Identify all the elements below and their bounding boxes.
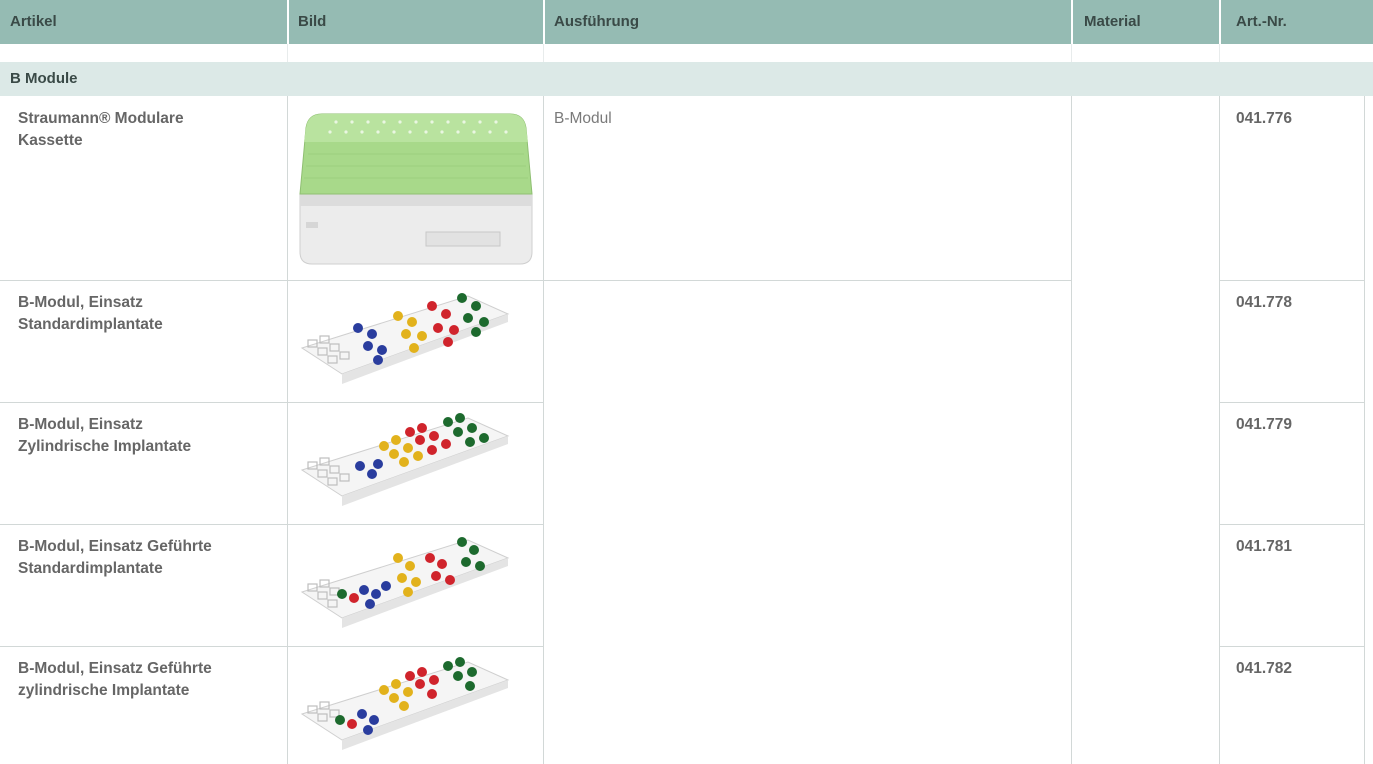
- table-row-artikel: B-Modul, Einsatz Geführte Standardimplan…: [18, 536, 212, 580]
- artikel-line: B-Modul, Einsatz Geführte: [18, 660, 212, 677]
- cassette-image: [299, 113, 533, 265]
- column-divider: [1364, 96, 1365, 764]
- insert-tray-image: [300, 657, 510, 750]
- header-artikel: Artikel: [10, 13, 57, 30]
- row-divider: [1219, 524, 1365, 525]
- insert-tray-image: [300, 293, 510, 384]
- art-nr-text: 041.776: [1236, 110, 1293, 127]
- artikel-line: zylindrische Implantate: [18, 682, 190, 699]
- row-divider: [0, 280, 1072, 281]
- art-nr-text: 041.782: [1236, 660, 1293, 677]
- row-divider: [1219, 646, 1365, 647]
- header-ausfuehrung: Ausführung: [554, 13, 639, 30]
- column-divider: [543, 96, 544, 764]
- section-title: B Module: [10, 70, 78, 87]
- insert-tray-image: [300, 537, 510, 628]
- art-nr-text: 041.778: [1236, 294, 1293, 311]
- row-divider: [1219, 402, 1365, 403]
- artikel-line: Standardimplantate: [18, 560, 163, 577]
- column-divider: [287, 96, 288, 764]
- header-divider: [1219, 0, 1221, 44]
- header-divider: [287, 0, 289, 44]
- art-nr-text: 041.781: [1236, 538, 1293, 555]
- artikel-line: B-Modul, Einsatz Geführte: [18, 538, 212, 555]
- table-row-artikel: B-Modul, Einsatz Standardimplantate: [18, 292, 163, 336]
- artikel-line: Standardimplantate: [18, 316, 163, 333]
- header-material: Material: [1084, 13, 1141, 30]
- table-header: Artikel Bild Ausführung Material Art.-Nr…: [0, 0, 1373, 44]
- header-art-nr: Art.-Nr.: [1236, 13, 1287, 30]
- artikel-line: Straumann® Modulare: [18, 110, 184, 127]
- header-bild: Bild: [298, 13, 327, 30]
- row-divider: [0, 524, 544, 525]
- table-row-artikel: Straumann® Modulare Kassette: [18, 108, 184, 152]
- table-row-artikel: B-Modul, Einsatz Zylindrische Implantate: [18, 414, 191, 458]
- row-divider: [1219, 280, 1365, 281]
- insert-tray-image: [300, 413, 510, 506]
- header-divider: [543, 0, 545, 44]
- ausfuehrung-text: B-Modul: [554, 110, 612, 127]
- row-divider: [0, 402, 544, 403]
- header-gap: [0, 44, 1373, 62]
- row-divider: [0, 646, 544, 647]
- artikel-line: Kassette: [18, 132, 83, 149]
- column-divider: [1219, 96, 1220, 764]
- section-row: B Module: [0, 62, 1373, 96]
- header-divider: [1071, 0, 1073, 44]
- artikel-line: Zylindrische Implantate: [18, 438, 192, 455]
- artikel-line: B-Modul, Einsatz: [18, 294, 143, 311]
- table-row-artikel: B-Modul, Einsatz Geführte zylindrische I…: [18, 658, 212, 702]
- artikel-line: B-Modul, Einsatz: [18, 416, 143, 433]
- art-nr-text: 041.779: [1236, 416, 1293, 433]
- column-divider: [1071, 96, 1072, 764]
